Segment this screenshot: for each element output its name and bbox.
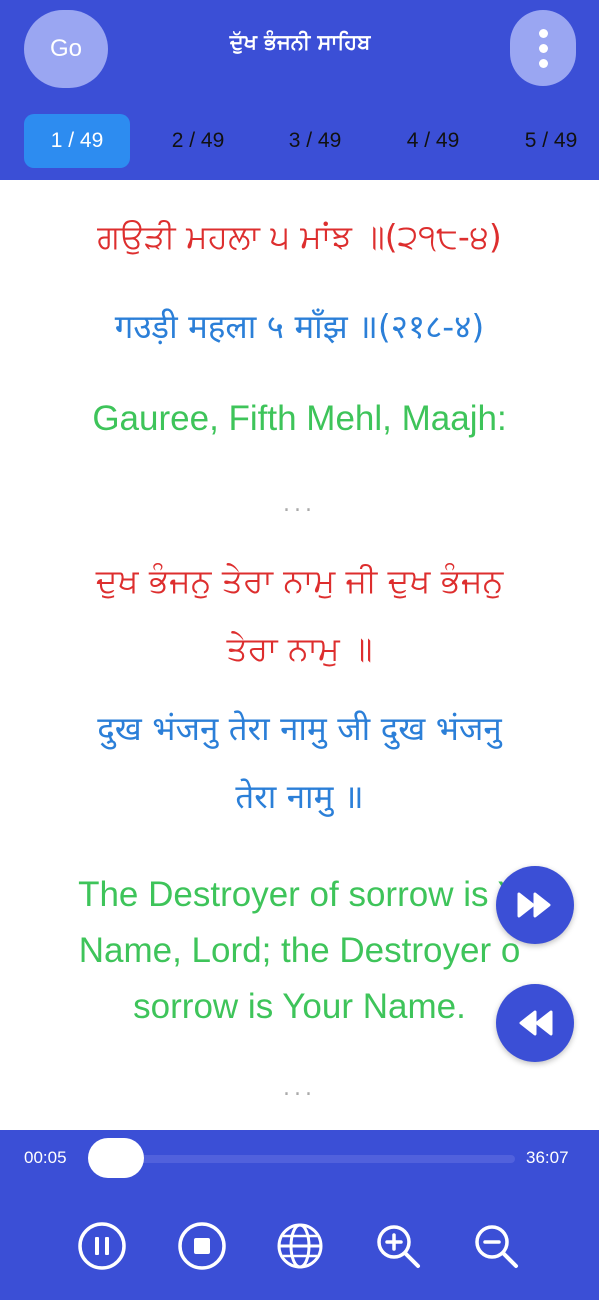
heading-english: Gauree, Fifth Mehl, Maajh: [92, 399, 507, 438]
tab-page-4[interactable]: 4 / 49 [380, 114, 486, 168]
globe-icon [277, 1223, 323, 1269]
pause-button[interactable] [74, 1218, 130, 1274]
tab-page-2[interactable]: 2 / 49 [145, 114, 251, 168]
zoom-out-icon [475, 1225, 518, 1268]
verse-english-line-2: Name, Lord; the Destroyer o [78, 931, 521, 970]
heading-gurmukhi: ਗਉੜੀ ਮਹਲਾ ੫ ਮਾਂਝ ॥(੨੧੮-੪) [97, 217, 502, 256]
seek-track[interactable] [95, 1155, 515, 1163]
tab-page-3[interactable]: 3 / 49 [262, 114, 368, 168]
stop-icon [178, 1222, 226, 1270]
page-tabs: 1 / 49 2 / 49 3 / 49 4 / 49 5 / 49 [0, 114, 599, 170]
verse-english-line-1: The Destroyer of sorrow is Y [78, 875, 521, 914]
verse-content: ਗਉੜੀ ਮਹਲਾ ੫ ਮਾਂਝ ॥(੨੧੮-੪) गउड़ी महला ५ म… [0, 180, 599, 1130]
fast-forward-icon [517, 892, 551, 918]
app-header: Go ਦੁੱਖ ਭੰਜਨੀ ਸਾਹਿਬ 1 / 49 2 / 49 3 / 49… [0, 0, 599, 180]
verse-english-line-3: sorrow is Your Name. [133, 987, 466, 1026]
heading-devanagari: गउड़ी महला ५ माँझ ॥(२१८-४) [114, 307, 485, 346]
verse-devanagari-line-2: तेरा नामु ॥ [235, 777, 364, 816]
current-time: 00:05 [24, 1148, 67, 1167]
page-title: ਦੁੱਖ ਭੰਜਨੀ ਸਾਹਿਬ [229, 30, 371, 54]
verse-gurmukhi-line-1: ਦੁਖ ਭੰਜਨੁ ਤੇਰਾ ਨਾਮੁ ਜੀ ਦੁਖ ਭੰਜਨੁ [95, 561, 504, 600]
menu-dot [538, 28, 548, 38]
audio-player: 00:05 36:07 [0, 1130, 599, 1300]
separator: ... [283, 492, 316, 517]
tab-page-1[interactable]: 1 / 49 [24, 114, 130, 168]
zoom-out-button[interactable] [468, 1218, 524, 1274]
verse-devanagari-line-1: दुख भंजनु तेरा नामु जी दुख भंजनु [97, 709, 502, 748]
language-button[interactable] [272, 1218, 328, 1274]
verse-gurmukhi-line-2: ਤੇਰਾ ਨਾਮੁ ॥ [226, 629, 373, 668]
tab-page-5[interactable]: 5 / 49 [498, 114, 599, 168]
menu-dot [538, 43, 548, 53]
seek-slider-thumb[interactable] [88, 1138, 144, 1178]
rewind-button[interactable] [496, 984, 574, 1062]
zoom-in-icon [377, 1225, 420, 1268]
rewind-icon [519, 1010, 553, 1036]
separator: ... [283, 1076, 316, 1101]
more-vertical-icon[interactable] [510, 10, 576, 86]
pause-icon [78, 1222, 126, 1270]
total-time: 36:07 [526, 1148, 569, 1167]
fast-forward-button[interactable] [496, 866, 574, 944]
go-button[interactable]: Go [24, 10, 108, 88]
menu-dot [538, 58, 548, 68]
stop-button[interactable] [174, 1218, 230, 1274]
zoom-in-button[interactable] [370, 1218, 426, 1274]
